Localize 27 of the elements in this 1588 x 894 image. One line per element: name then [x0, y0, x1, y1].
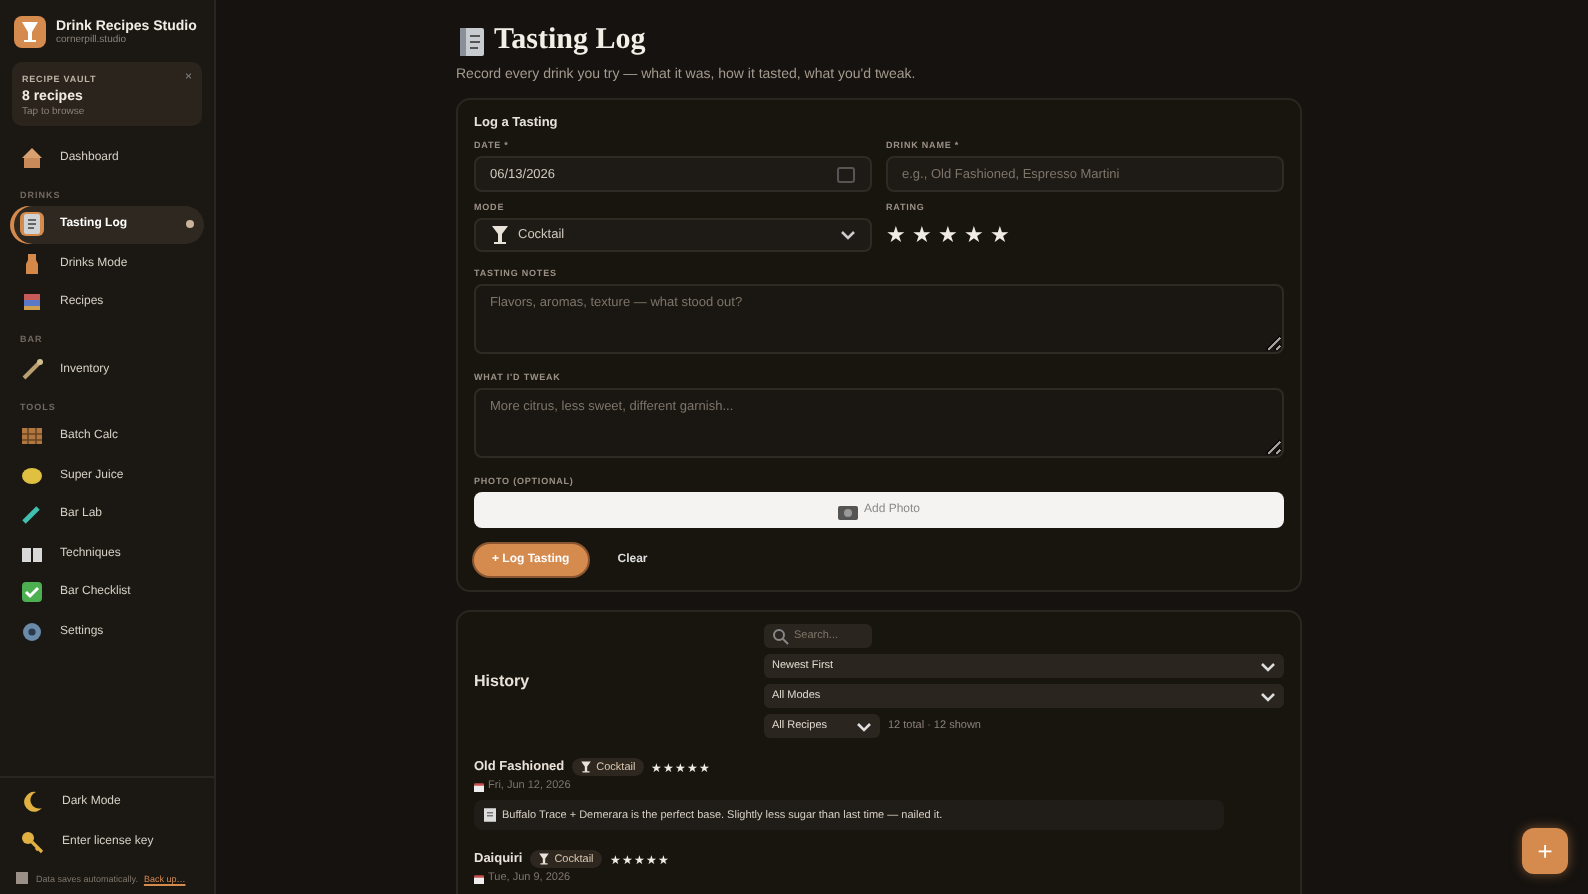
star-icon: ★: [912, 222, 932, 248]
chevron-down-icon: [1260, 691, 1276, 701]
notebook-icon: [20, 212, 44, 237]
star-icon: ★: [886, 222, 906, 248]
bottle-icon: [20, 251, 44, 276]
key-icon: [20, 830, 44, 854]
lemon-icon: [20, 463, 44, 488]
cocktail-glass-icon: [490, 224, 510, 246]
chevron-down-icon: [1260, 661, 1276, 671]
star-icon: ★: [964, 222, 984, 248]
notepad-icon: [484, 808, 496, 822]
star-icon: ★: [990, 222, 1010, 248]
checkbox-icon: [20, 580, 44, 605]
cocktail-glass-icon: [538, 852, 551, 866]
chevron-down-icon: [856, 721, 872, 731]
house-icon: [20, 145, 44, 170]
chevron-down-icon: [840, 230, 856, 240]
camera-icon: [837, 501, 858, 519]
search-icon: [772, 627, 790, 645]
notebook-icon: [456, 25, 488, 57]
moon-icon: [20, 790, 44, 814]
dot-icon: [186, 220, 194, 229]
section-title: History: [474, 672, 532, 690]
star-icon: ★: [938, 222, 958, 248]
page-title: Tasting Log: [494, 24, 646, 58]
books-icon: [20, 290, 44, 315]
cocktail-glass-icon: [580, 760, 593, 774]
